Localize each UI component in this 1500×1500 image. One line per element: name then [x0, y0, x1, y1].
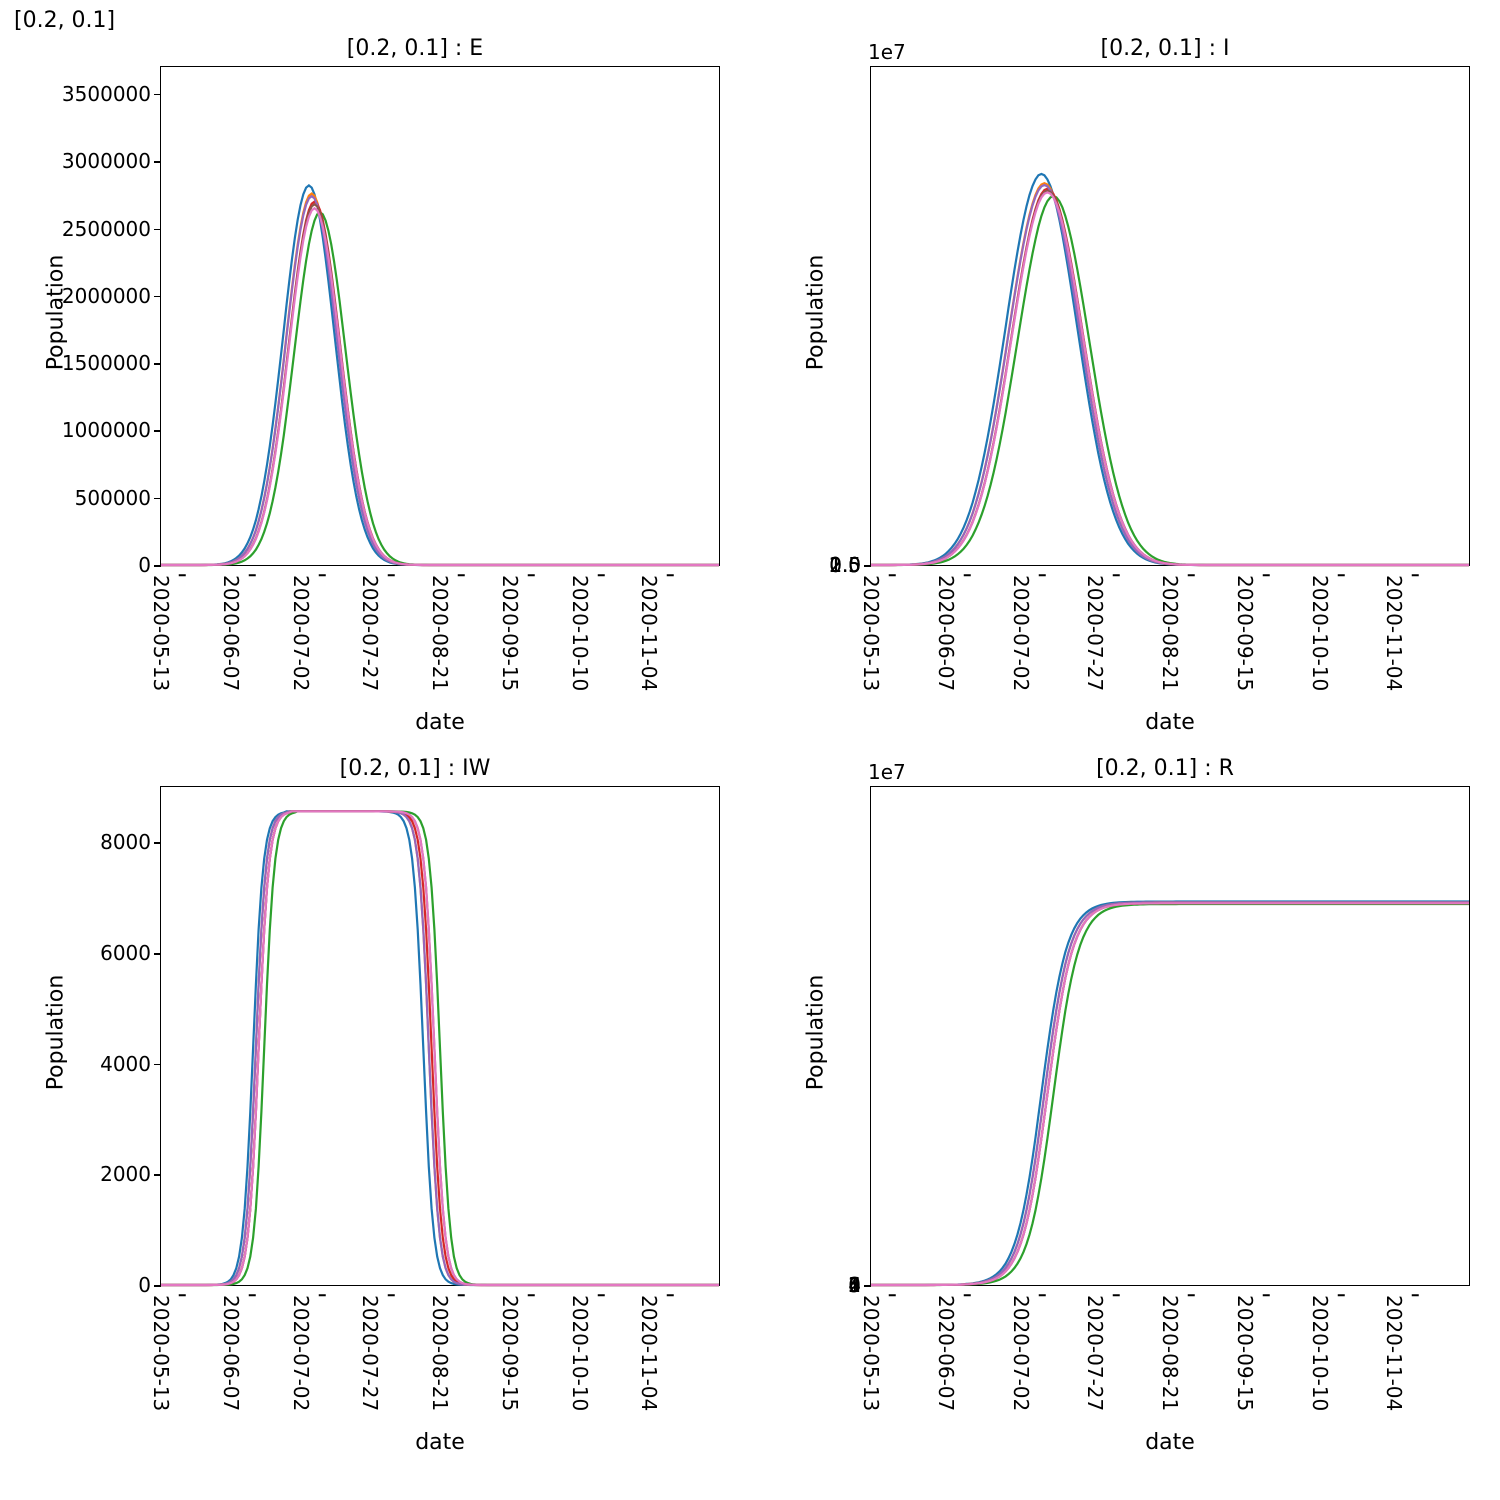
x-tick: 2020-07-02: [1009, 1295, 1033, 1411]
x-tick: 2020-08-21: [428, 1295, 452, 1411]
x-tick: 2020-07-02: [1009, 575, 1033, 691]
series-line: [871, 174, 1469, 565]
subplot-E: [0.2, 0.1] : E 0500000100000015000002000…: [0, 30, 750, 750]
series-line: [871, 196, 1469, 565]
title-R: [0.2, 0.1] : R: [790, 756, 1500, 781]
series-line: [161, 204, 719, 565]
x-ticks-I: 2020-05-132020-06-072020-07-022020-07-27…: [871, 565, 1469, 725]
x-tick: 2020-06-07: [934, 1295, 958, 1411]
y-label-R: Population: [803, 975, 828, 1091]
x-tick: 2020-10-10: [1308, 1295, 1332, 1411]
x-label-IW: date: [160, 1430, 720, 1455]
x-tick: 2020-07-27: [358, 575, 382, 691]
y-tick: 2000: [100, 1162, 151, 1186]
x-tick: 2020-11-04: [637, 1295, 661, 1411]
y-tick: 3500000: [62, 82, 151, 106]
series-line: [871, 902, 1469, 1285]
x-tick: 2020-05-13: [149, 575, 173, 691]
y-tick: 500000: [75, 486, 151, 510]
axes-E: 0500000100000015000002000000250000030000…: [160, 66, 720, 566]
x-tick: 2020-11-04: [1382, 575, 1406, 691]
x-ticks-R: 2020-05-132020-06-072020-07-022020-07-27…: [871, 1285, 1469, 1445]
axes-R: 0123456 2020-05-132020-06-072020-07-0220…: [870, 786, 1470, 1286]
series-line: [871, 903, 1469, 1285]
y-label-E: Population: [43, 255, 68, 371]
x-tick: 2020-11-04: [637, 575, 661, 691]
series-line: [871, 192, 1469, 565]
lines-I: [871, 67, 1469, 565]
series-line: [871, 904, 1469, 1285]
y-tick: 2.5: [829, 553, 861, 577]
x-tick: 2020-07-27: [1083, 1295, 1107, 1411]
y-tick: 1000000: [62, 418, 151, 442]
series-line: [161, 196, 719, 565]
x-label-R: date: [870, 1430, 1470, 1455]
figure: [0.2, 0.1] [0.2, 0.1] : E 05000001000000…: [0, 0, 1500, 1500]
x-ticks-E: 2020-05-132020-06-072020-07-022020-07-27…: [161, 565, 719, 725]
x-tick: 2020-10-10: [568, 575, 592, 691]
series-line: [871, 183, 1469, 565]
y-tick: 0: [138, 553, 151, 577]
x-tick: 2020-09-15: [498, 1295, 522, 1411]
subplot-grid: [0.2, 0.1] : E 0500000100000015000002000…: [0, 30, 1500, 1470]
axes-IW: 02000400060008000 2020-05-132020-06-0720…: [160, 786, 720, 1286]
x-tick: 2020-05-13: [149, 1295, 173, 1411]
y-tick: 1500000: [62, 351, 151, 375]
x-tick: 2020-08-21: [1158, 1295, 1182, 1411]
y-tick: 6: [848, 1273, 861, 1297]
series-line: [161, 194, 719, 566]
series-line: [871, 903, 1469, 1285]
x-label-I: date: [870, 710, 1470, 735]
x-tick: 2020-07-27: [358, 1295, 382, 1411]
y-tick: 8000: [100, 830, 151, 854]
x-tick: 2020-05-13: [859, 575, 883, 691]
lines-R: [871, 787, 1469, 1285]
series-line: [161, 185, 719, 565]
x-tick: 2020-09-15: [1233, 1295, 1257, 1411]
subplot-R: 1e7 [0.2, 0.1] : R 0123456 2020-05-13202…: [750, 750, 1500, 1470]
series-line: [871, 903, 1469, 1285]
y-tick: 3000000: [62, 149, 151, 173]
x-tick: 2020-06-07: [219, 575, 243, 691]
axes-I: 0.00.51.01.52.02.5 2020-05-132020-06-072…: [870, 66, 1470, 566]
y-tick: 2000000: [62, 284, 151, 308]
series-line: [161, 212, 719, 565]
series-line: [161, 208, 719, 565]
series-line: [871, 902, 1469, 1286]
x-tick: 2020-07-27: [1083, 575, 1107, 691]
title-I: [0.2, 0.1] : I: [790, 36, 1500, 61]
title-E: [0.2, 0.1] : E: [40, 36, 790, 61]
y-tick: 0: [138, 1273, 151, 1297]
x-tick: 2020-07-02: [289, 575, 313, 691]
y-tick: 4000: [100, 1052, 151, 1076]
subplot-IW: [0.2, 0.1] : IW 02000400060008000 2020-0…: [0, 750, 750, 1470]
x-label-E: date: [160, 710, 720, 735]
subplot-I: 1e7 [0.2, 0.1] : I 0.00.51.01.52.02.5 20…: [750, 30, 1500, 750]
series-line: [871, 191, 1469, 565]
x-tick: 2020-08-21: [1158, 575, 1182, 691]
x-tick: 2020-07-02: [289, 1295, 313, 1411]
x-tick: 2020-10-10: [1308, 575, 1332, 691]
series-line: [871, 185, 1469, 565]
x-tick: 2020-08-21: [428, 575, 452, 691]
x-tick: 2020-11-04: [1382, 1295, 1406, 1411]
y-tick: 6000: [100, 941, 151, 965]
lines-IW: [161, 787, 719, 1285]
x-tick: 2020-05-13: [859, 1295, 883, 1411]
y-tick: 2500000: [62, 217, 151, 241]
x-ticks-IW: 2020-05-132020-06-072020-07-022020-07-27…: [161, 1285, 719, 1445]
lines-E: [161, 67, 719, 565]
x-tick: 2020-06-07: [934, 575, 958, 691]
y-label-I: Population: [803, 255, 828, 371]
series-line: [871, 189, 1469, 565]
series-line: [161, 202, 719, 565]
x-tick: 2020-09-15: [498, 575, 522, 691]
x-tick: 2020-09-15: [1233, 575, 1257, 691]
x-tick: 2020-06-07: [219, 1295, 243, 1411]
title-IW: [0.2, 0.1] : IW: [40, 756, 790, 781]
series-line: [871, 902, 1469, 1285]
y-label-IW: Population: [43, 975, 68, 1091]
x-tick: 2020-10-10: [568, 1295, 592, 1411]
